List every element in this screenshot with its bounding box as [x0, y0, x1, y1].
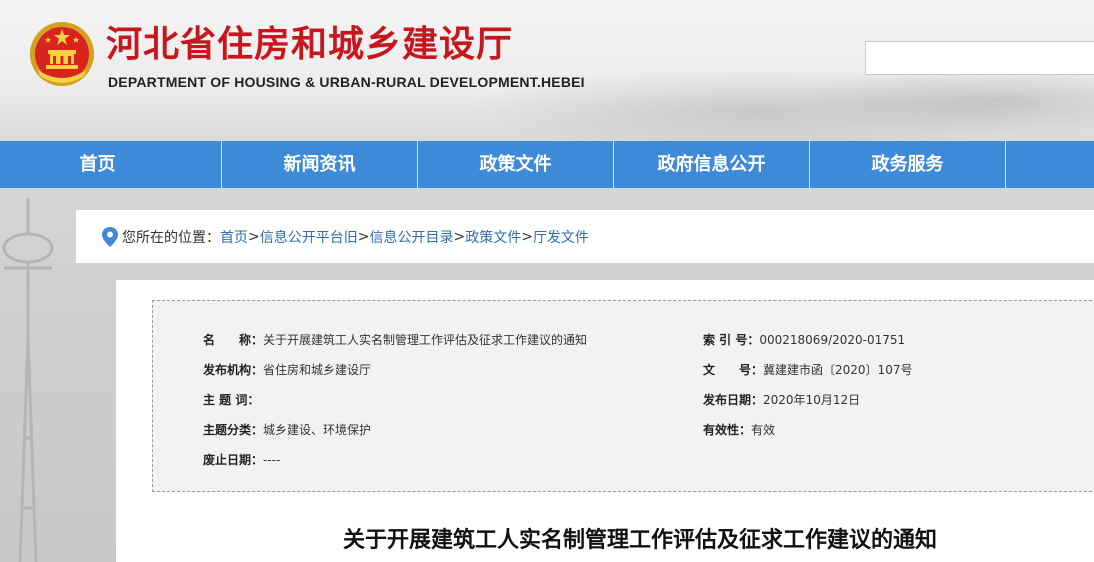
meta-docno-label: 文 号： — [703, 363, 764, 377]
meta-org-value: 省住房和城乡建设厅 — [263, 363, 372, 377]
article-title: 关于开展建筑工人实名制管理工作评估及征求工作建议的通知 — [342, 528, 937, 553]
meta-docno-row: 文 号：冀建建市函〔2020〕107号 — [703, 361, 912, 378]
document-meta-box: 名 称：关于开展建筑工人实名制管理工作评估及征求工作建议的通知 索 引 号：00… — [152, 300, 1094, 492]
nav-item-special[interactable]: 专 — [1006, 141, 1094, 188]
meta-keywords-row: 主 题 词： — [203, 391, 259, 408]
meta-validity-value: 有效 — [751, 423, 776, 437]
site-title: 河北省住房和城乡建设厅 — [106, 23, 514, 65]
meta-date-row: 发布日期：2020年10月12日 — [703, 391, 860, 408]
breadcrumb-prefix: 您所在的位置： — [122, 229, 220, 246]
nav-item-home[interactable]: 首页 — [0, 141, 222, 188]
nav-item-services[interactable]: 政务服务 — [810, 141, 1006, 188]
breadcrumb-link-dept-docs[interactable]: 厅发文件 — [533, 227, 589, 247]
location-pin-icon — [102, 226, 118, 247]
meta-validity-label: 有效性： — [703, 423, 752, 437]
meta-validity-row: 有效性：有效 — [703, 421, 775, 438]
nav-item-gov-info[interactable]: 政府信息公开 — [614, 141, 810, 188]
meta-expiry-value: ---- — [263, 453, 281, 467]
meta-name-row: 名 称：关于开展建筑工人实名制管理工作评估及征求工作建议的通知 — [203, 331, 587, 348]
meta-index-label: 索 引 号： — [703, 333, 760, 347]
nav-item-policy[interactable]: 政策文件 — [418, 141, 614, 188]
breadcrumb-separator: > — [357, 228, 370, 245]
meta-org-label: 发布机构： — [203, 363, 264, 377]
breadcrumb-link-old-platform[interactable]: 信息公开平台旧 — [260, 227, 358, 247]
national-emblem-icon — [30, 22, 94, 86]
site-header: 河北省住房和城乡建设厅 DEPARTMENT OF HOUSING & URBA… — [0, 0, 1094, 141]
breadcrumb: 您所在的位置： 首页 > 信息公开平台旧 > 信息公开目录 > 政策文件 > 厅… — [76, 210, 1094, 263]
breadcrumb-separator: > — [453, 228, 466, 245]
breadcrumb-link-catalog[interactable]: 信息公开目录 — [369, 227, 453, 247]
breadcrumb-separator: > — [521, 228, 533, 245]
meta-keywords-label: 主 题 词： — [203, 393, 260, 407]
meta-docno-value: 冀建建市函〔2020〕107号 — [763, 363, 913, 377]
meta-name-label: 名 称： — [203, 333, 264, 347]
breadcrumb-link-policy[interactable]: 政策文件 — [465, 227, 521, 247]
meta-expiry-row: 废止日期：---- — [203, 451, 280, 468]
nav-item-news[interactable]: 新闻资讯 — [222, 141, 418, 188]
meta-category-label: 主题分类： — [203, 423, 264, 437]
main-nav: 首页 新闻资讯 政策文件 政府信息公开 政务服务 专 — [0, 141, 1094, 188]
breadcrumb-separator: > — [248, 228, 260, 245]
meta-index-row: 索 引 号：000218069/2020-01751 — [703, 331, 905, 348]
meta-date-label: 发布日期： — [703, 393, 764, 407]
meta-category-value: 城乡建设、环境保护 — [263, 423, 372, 437]
breadcrumb-link-home[interactable]: 首页 — [220, 227, 248, 247]
search-input[interactable] — [865, 41, 1094, 75]
content-panel: 名 称：关于开展建筑工人实名制管理工作评估及征求工作建议的通知 索 引 号：00… — [116, 280, 1094, 562]
meta-index-value: 000218069/2020-01751 — [759, 333, 906, 347]
meta-category-row: 主题分类：城乡建设、环境保护 — [203, 421, 371, 438]
meta-org-row: 发布机构：省住房和城乡建设厅 — [203, 361, 371, 378]
meta-expiry-label: 废止日期： — [203, 453, 264, 467]
site-subtitle: DEPARTMENT OF HOUSING & URBAN-RURAL DEVE… — [108, 74, 585, 90]
meta-name-value: 关于开展建筑工人实名制管理工作评估及征求工作建议的通知 — [263, 333, 588, 347]
meta-date-value: 2020年10月12日 — [763, 393, 861, 407]
